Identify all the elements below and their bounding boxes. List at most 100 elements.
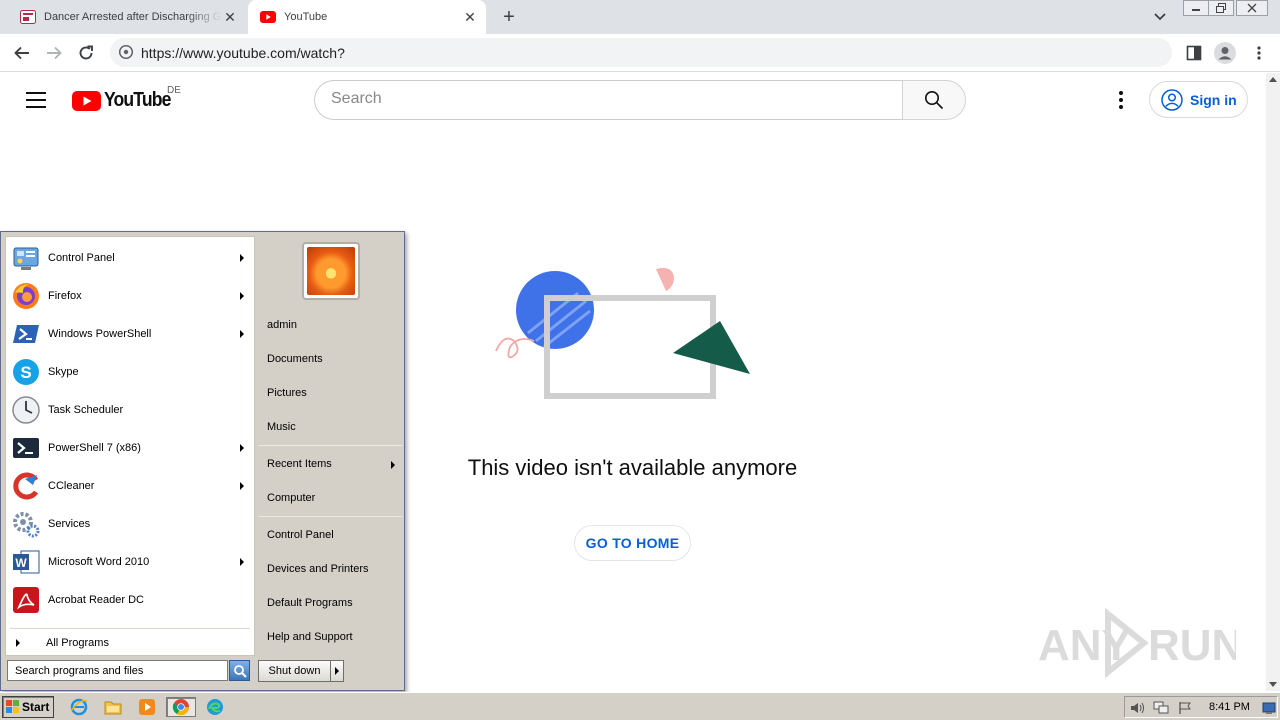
- show-desktop-icon[interactable]: [1261, 700, 1277, 716]
- user-folder-link[interactable]: admin: [267, 319, 297, 331]
- program-label: Microsoft Word 2010: [48, 556, 150, 568]
- tab-strip: Dancer Arrested after Discharging G ✕ Yo…: [0, 0, 1280, 34]
- submenu-arrow-icon: [240, 292, 244, 300]
- back-button[interactable]: [11, 42, 33, 64]
- settings-more-button[interactable]: [1111, 89, 1131, 111]
- user-avatar[interactable]: [302, 242, 360, 300]
- submenu-arrow-icon: [240, 330, 244, 338]
- chrome-taskbar-button[interactable]: [166, 697, 196, 717]
- program-ccleaner[interactable]: CCleaner: [10, 469, 252, 503]
- reload-button[interactable]: [75, 42, 97, 64]
- shut-down-options-button[interactable]: [331, 660, 344, 682]
- restore-button[interactable]: [1208, 0, 1234, 16]
- media-player-icon[interactable]: [136, 697, 158, 717]
- search-button[interactable]: [902, 80, 966, 120]
- search-input[interactable]: [331, 90, 891, 108]
- submenu-arrow-icon: [240, 482, 244, 490]
- youtube-play-logo-icon: [72, 90, 101, 111]
- go-to-home-button[interactable]: GO TO HOME: [574, 525, 691, 561]
- site-info-icon[interactable]: [118, 44, 134, 60]
- windows-flag-icon: [6, 700, 19, 713]
- program-skype[interactable]: S Skype: [10, 355, 252, 389]
- sign-in-button[interactable]: Sign in: [1149, 81, 1248, 118]
- tab-news[interactable]: Dancer Arrested after Discharging G ✕: [8, 0, 246, 34]
- recent-items-link[interactable]: Recent Items: [267, 458, 332, 470]
- chrome-icon: [172, 699, 190, 716]
- clock[interactable]: 8:41 PM: [1209, 701, 1250, 713]
- program-label: Acrobat Reader DC: [48, 594, 144, 606]
- program-windows-powershell[interactable]: Windows PowerShell: [10, 317, 252, 351]
- program-word-2010[interactable]: W Microsoft Word 2010: [10, 545, 252, 579]
- programs-divider: [10, 628, 250, 629]
- start-label: Start: [22, 700, 50, 714]
- svg-text:S: S: [20, 363, 31, 382]
- program-control-panel[interactable]: Control Panel: [10, 241, 252, 275]
- tab-close-icon[interactable]: ✕: [462, 9, 478, 25]
- program-services[interactable]: Services: [10, 507, 252, 541]
- control-panel-icon: [10, 242, 42, 274]
- profile-icon[interactable]: [1214, 42, 1236, 64]
- address-bar[interactable]: https://www.youtube.com/watch?: [110, 38, 1172, 67]
- computer-link[interactable]: Computer: [267, 492, 315, 504]
- file-explorer-icon[interactable]: [102, 697, 124, 717]
- skype-icon: S: [10, 356, 42, 388]
- program-label: Firefox: [48, 290, 82, 302]
- acrobat-icon: [10, 584, 42, 616]
- powershell-icon: [10, 318, 42, 350]
- network-icon[interactable]: [1153, 700, 1169, 716]
- help-support-link[interactable]: Help and Support: [267, 631, 353, 643]
- speaker-icon[interactable]: [1129, 700, 1145, 716]
- flower-picture-icon: [307, 247, 355, 295]
- internet-explorer-icon[interactable]: [68, 697, 90, 717]
- powershell7-icon: [10, 432, 42, 464]
- tab-search-chevron-icon[interactable]: [1150, 8, 1170, 26]
- all-programs-arrow-icon: [16, 639, 20, 647]
- action-center-flag-icon[interactable]: [1177, 700, 1193, 716]
- start-menu-programs-pane: Control Panel Firefox Windows PowerShell…: [5, 236, 255, 656]
- url-text: https://www.youtube.com/watch?: [141, 45, 345, 61]
- anyrun-watermark: ANY RUN: [1038, 608, 1236, 678]
- start-button[interactable]: Start: [2, 696, 54, 718]
- search-box: [314, 80, 903, 120]
- new-tab-button[interactable]: +: [498, 6, 520, 28]
- video-unavailable-illustration: [495, 268, 750, 399]
- all-programs-button[interactable]: All Programs: [16, 637, 109, 649]
- submenu-arrow-icon: [391, 461, 395, 469]
- page-scrollbar[interactable]: [1266, 73, 1280, 691]
- youtube-favicon-icon: [260, 9, 276, 25]
- submenu-arrow-icon: [240, 444, 244, 452]
- documents-link[interactable]: Documents: [267, 353, 323, 365]
- default-programs-link[interactable]: Default Programs: [267, 597, 353, 609]
- control-panel-link[interactable]: Control Panel: [267, 529, 334, 541]
- all-programs-label: All Programs: [46, 637, 109, 649]
- guide-menu-icon[interactable]: [26, 92, 46, 108]
- tab-title: Dancer Arrested after Discharging G: [44, 11, 222, 23]
- edge-icon[interactable]: [204, 697, 226, 717]
- country-code: DE: [167, 85, 181, 96]
- start-search-input[interactable]: [8, 661, 227, 681]
- youtube-logo[interactable]: YouTube: [72, 89, 180, 112]
- chevron-right-icon: [335, 667, 339, 675]
- program-firefox[interactable]: Firefox: [10, 279, 252, 313]
- pictures-link[interactable]: Pictures: [267, 387, 307, 399]
- shut-down-button[interactable]: Shut down: [258, 660, 331, 682]
- submenu-arrow-icon: [240, 254, 244, 262]
- program-label: CCleaner: [48, 480, 95, 492]
- right-pane-divider: [259, 445, 403, 446]
- tab-close-icon[interactable]: ✕: [222, 9, 238, 25]
- close-window-button[interactable]: [1236, 0, 1268, 16]
- program-powershell-7[interactable]: PowerShell 7 (x86): [10, 431, 252, 465]
- side-panel-icon[interactable]: [1183, 42, 1205, 64]
- program-acrobat-reader[interactable]: Acrobat Reader DC: [10, 583, 252, 617]
- ccleaner-icon: [10, 470, 42, 502]
- devices-printers-link[interactable]: Devices and Printers: [267, 563, 369, 575]
- program-task-scheduler[interactable]: Task Scheduler: [10, 393, 252, 427]
- minimize-button[interactable]: [1183, 0, 1209, 16]
- gears-icon: [10, 508, 42, 540]
- start-search-button[interactable]: [229, 660, 250, 681]
- forward-button[interactable]: [43, 42, 65, 64]
- watermark-right: RUN: [1148, 621, 1236, 670]
- browser-menu-icon[interactable]: [1248, 42, 1270, 64]
- music-link[interactable]: Music: [267, 421, 296, 433]
- tab-youtube[interactable]: YouTube ✕: [248, 0, 486, 34]
